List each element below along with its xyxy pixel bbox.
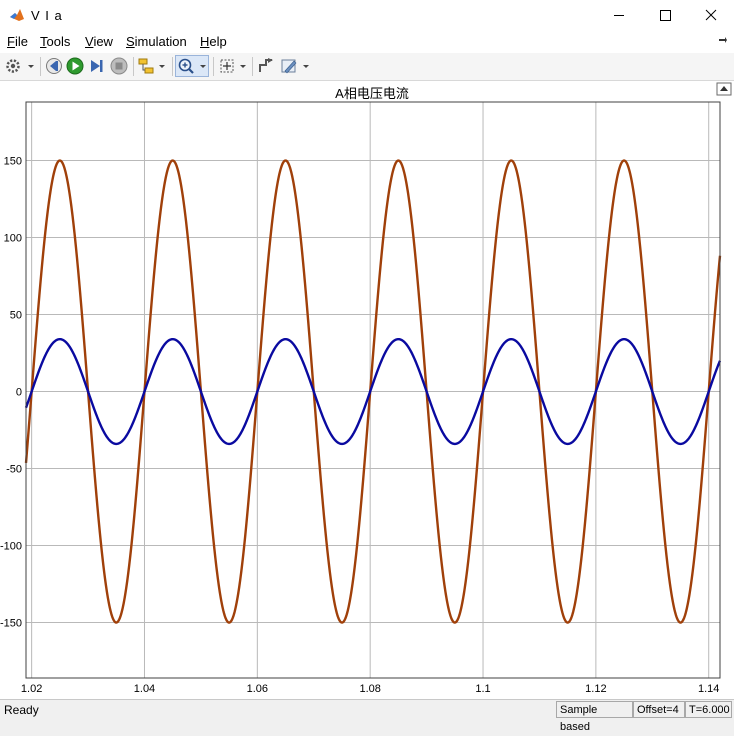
- menu-simulation-accel: S: [126, 34, 135, 49]
- toolbar-separator: [133, 57, 134, 76]
- menu-view[interactable]: View: [85, 34, 113, 49]
- status-bar: Ready Sample based Offset=4 T=6.000: [0, 699, 734, 733]
- x-tick-label: 1.06: [247, 683, 268, 695]
- gear-icon[interactable]: [3, 56, 37, 76]
- status-offset: Offset=4: [633, 701, 685, 718]
- y-tick-label: 150: [4, 156, 22, 168]
- highlight-block-icon[interactable]: [256, 56, 276, 76]
- menu-file-label: ile: [14, 34, 28, 49]
- menu-tools[interactable]: Tools: [40, 34, 70, 49]
- menu-view-label: iew: [93, 34, 113, 49]
- status-sample-mode: Sample based: [556, 701, 633, 733]
- y-tick-label: 50: [10, 310, 22, 322]
- x-tick-label: 1.08: [359, 683, 380, 695]
- maximize-icon: [660, 10, 671, 21]
- x-tick-label: 1.04: [134, 683, 155, 695]
- status-time: T=6.000: [685, 701, 732, 718]
- x-tick-label: 1.1: [475, 683, 490, 695]
- y-tick-label: -150: [0, 618, 22, 630]
- chart-title: A相电压电流: [335, 86, 409, 101]
- minimize-button[interactable]: [596, 0, 642, 31]
- minimize-icon: [614, 15, 624, 16]
- fit-to-view-icon[interactable]: [217, 56, 249, 76]
- y-tick-label: -50: [6, 464, 22, 476]
- signal-tree-icon[interactable]: [137, 56, 169, 76]
- maximize-button[interactable]: [642, 0, 688, 31]
- dock-arrow-icon[interactable]: [718, 36, 728, 46]
- step-forward-icon[interactable]: [87, 56, 107, 76]
- menu-help-accel: H: [200, 34, 210, 49]
- zoom-in-icon: [178, 58, 206, 74]
- menu-tools-label: ools: [46, 34, 71, 49]
- toolbar-separator: [213, 57, 214, 76]
- status-ready: Ready: [4, 703, 39, 717]
- x-tick-label: 1.14: [698, 683, 719, 695]
- title-bar: V I a: [0, 0, 734, 31]
- x-tick-label: 1.02: [21, 683, 42, 695]
- toolbar-separator: [40, 57, 41, 76]
- matlab-logo-icon: [10, 9, 24, 21]
- edit-style-icon[interactable]: [279, 56, 313, 76]
- step-back-icon[interactable]: [44, 56, 64, 76]
- window-title: V I a: [31, 8, 63, 23]
- toolbar-separator: [252, 57, 253, 76]
- y-tick-label: 0: [16, 387, 22, 399]
- zoom-button[interactable]: [175, 55, 209, 77]
- menu-bar: File Tools View Simulation Help: [0, 31, 734, 53]
- menu-simulation[interactable]: Simulation: [126, 34, 187, 49]
- menu-file[interactable]: File: [7, 34, 28, 49]
- close-button[interactable]: [688, 0, 734, 31]
- scope-chart: 1.02 1.04 1.06 1.08 1.1 1.12 1.14 150 100 50 0 -50 -…: [0, 81, 734, 699]
- stop-icon[interactable]: [109, 56, 129, 76]
- toolbar: [0, 53, 734, 81]
- menu-help[interactable]: Help: [200, 34, 227, 49]
- expand-legend-button[interactable]: [716, 82, 732, 96]
- menu-file-accel: F: [7, 34, 15, 49]
- run-icon[interactable]: [65, 56, 85, 76]
- y-tick-label: -100: [0, 541, 22, 553]
- close-icon: [705, 9, 717, 21]
- y-tick-label: 100: [4, 233, 22, 245]
- menu-simulation-label: imulation: [134, 34, 187, 49]
- toolbar-separator: [172, 57, 173, 76]
- scope-plot-panel: 1.02 1.04 1.06 1.08 1.1 1.12 1.14 150 100 50 0 -50 -…: [0, 81, 734, 699]
- x-tick-label: 1.12: [585, 683, 606, 695]
- menu-help-label: elp: [209, 34, 227, 49]
